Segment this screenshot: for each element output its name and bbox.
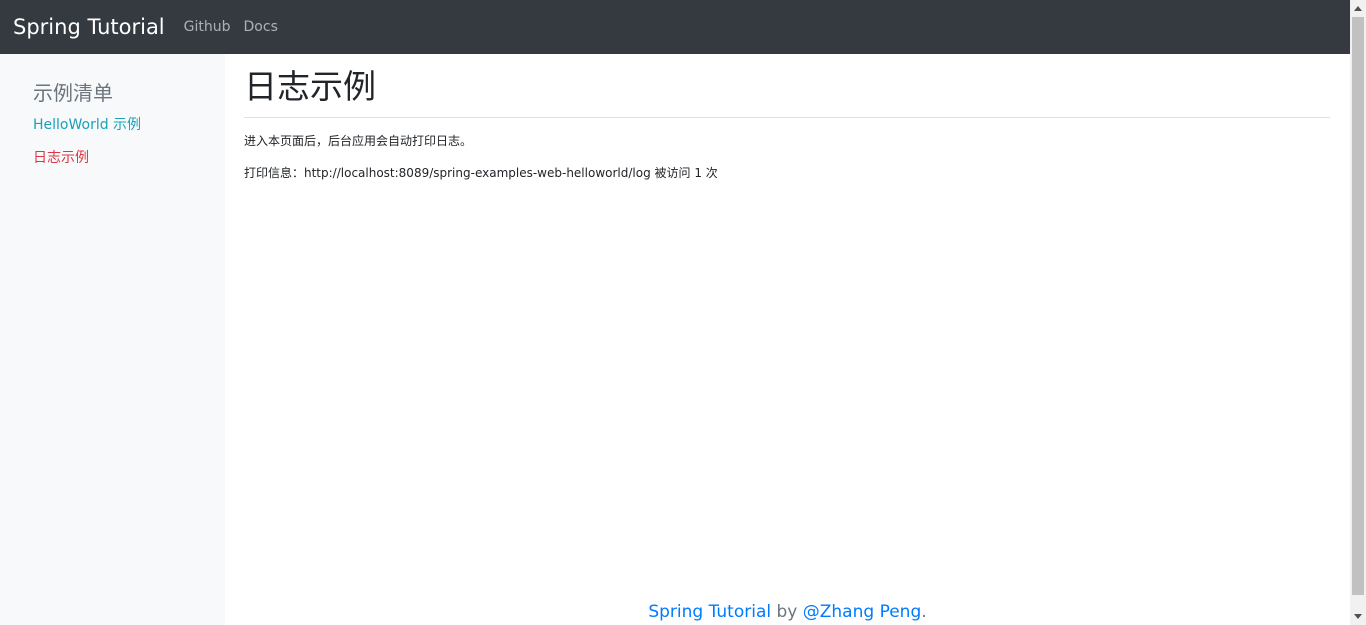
sidebar-title: 示例清单 bbox=[33, 81, 113, 105]
footer-by-text: by bbox=[771, 602, 803, 622]
scroll-up-icon[interactable] bbox=[1350, 0, 1366, 16]
sidebar-item-helloworld[interactable]: HelloWorld 示例 bbox=[33, 116, 225, 134]
title-divider bbox=[244, 117, 1330, 118]
scroll-down-icon[interactable] bbox=[1350, 609, 1366, 625]
vertical-scrollbar[interactable] bbox=[1350, 0, 1366, 625]
scroll-thumb[interactable] bbox=[1352, 17, 1364, 595]
main-content: 日志示例 进入本页面后，后台应用会自动打印日志。 打印信息：http://loc… bbox=[244, 54, 1330, 625]
nav-link-github[interactable]: Github bbox=[184, 19, 231, 35]
log-info-text: 打印信息：http://localhost:8089/spring-exampl… bbox=[244, 166, 718, 180]
page-title: 日志示例 bbox=[244, 67, 376, 106]
nav-link-docs[interactable]: Docs bbox=[244, 19, 278, 35]
intro-text: 进入本页面后，后台应用会自动打印日志。 bbox=[244, 134, 473, 148]
sidebar-item-log[interactable]: 日志示例 bbox=[33, 149, 225, 167]
navbar-brand[interactable]: Spring Tutorial bbox=[13, 15, 165, 39]
footer-project-link[interactable]: Spring Tutorial bbox=[648, 602, 771, 622]
sidebar: 示例清单 HelloWorld 示例 日志示例 bbox=[0, 54, 225, 625]
footer-end-text: . bbox=[921, 602, 927, 622]
footer-author-link[interactable]: @Zhang Peng bbox=[803, 602, 921, 622]
footer: Spring Tutorial by @Zhang Peng. bbox=[225, 600, 1350, 624]
top-navbar: Spring Tutorial Github Docs bbox=[0, 0, 1350, 54]
